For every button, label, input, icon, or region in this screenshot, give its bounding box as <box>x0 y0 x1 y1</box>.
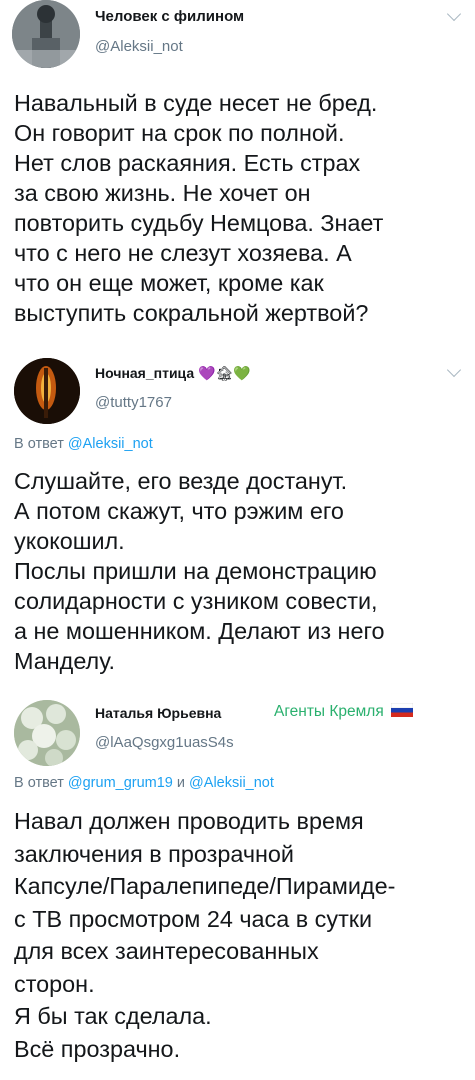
text-line: Навальный в суде несет не бред. <box>14 90 378 116</box>
reply-to-link[interactable]: @Aleksii_not <box>68 436 153 452</box>
reply-context: В ответ @grum_grum19 и @Aleksii_not <box>14 775 274 791</box>
reply-and: и <box>176 775 186 791</box>
text-line: Манделу. <box>14 648 116 674</box>
display-name-text: Ночная_птица <box>95 365 195 381</box>
tweet-1: Человек с филином @Aleksii_not Навальный… <box>0 0 475 355</box>
text-line: выступить сокральной жертвой? <box>14 300 369 326</box>
text-line: Капсуле/Паралепипеде/Пирамиде- <box>14 873 396 899</box>
avatar[interactable] <box>14 358 80 424</box>
display-name[interactable]: Ночная_птица 💜🏚💚 <box>95 365 251 382</box>
text-line: сторон. <box>14 970 95 997</box>
russian-flag-icon <box>390 702 414 717</box>
text-line: солидарности с узником совести, <box>14 588 378 614</box>
handle[interactable]: @Aleksii_not <box>95 38 183 55</box>
text-line: укокошил. <box>14 528 125 554</box>
tweet-3: Наталья Юрьевна Агенты Кремля @lAaQsgxg1… <box>0 697 475 1080</box>
text-line: Послы пришли на демонстрацию <box>14 558 377 584</box>
avatar[interactable] <box>14 700 80 766</box>
chevron-down-icon[interactable] <box>446 362 462 378</box>
kremlin-agents-label: Агенты Кремля <box>274 702 414 721</box>
text-line: Навал должен проводить время <box>14 808 364 834</box>
text-line: Он говорит на срок по полной. <box>14 120 345 146</box>
text-line: а не мошенником. Делают из него <box>14 618 385 644</box>
tweet-text: Слушайте, его везде достанут. А потом ск… <box>14 466 385 676</box>
text-line: Я бы так сделала. <box>14 1003 212 1029</box>
text-line: что он еще может, кроме как <box>14 270 324 296</box>
display-name[interactable]: Наталья Юрьевна <box>95 705 221 721</box>
avatar-fire-icon <box>14 358 80 424</box>
avatar[interactable] <box>12 0 80 68</box>
reply-to-link[interactable]: @Aleksii_not <box>189 775 274 791</box>
reply-prefix: В ответ <box>14 436 64 452</box>
reply-context: В ответ @Aleksii_not <box>14 436 153 452</box>
tweet-text: Навал должен проводить время заключения … <box>14 805 395 1065</box>
text-line: заключения в прозрачной <box>14 840 295 867</box>
chevron-down-icon[interactable] <box>446 6 462 22</box>
text-line: Всё прозрачно. <box>14 1035 181 1062</box>
reply-to-link[interactable]: @grum_grum19 <box>68 775 173 791</box>
text-line: Нет слов раскаяния. Есть страх <box>14 150 361 176</box>
handle[interactable]: @tutty1767 <box>95 394 172 411</box>
text-line: для всех заинтересованных <box>14 938 319 964</box>
kremlin-label-text: Агенты Кремля <box>274 703 384 720</box>
text-line: за свою жизнь. Не хочет он <box>14 180 311 206</box>
text-line: с ТВ просмотром 24 часа в сутки <box>14 905 373 932</box>
tweet-2: Ночная_птица 💜🏚💚 @tutty1767 В ответ @Ale… <box>0 355 475 700</box>
avatar-figure-icon <box>12 0 80 68</box>
text-line: что с него не слезут хозяева. А <box>14 240 352 266</box>
text-line: Слушайте, его везде достанут. <box>14 468 348 494</box>
text-line: повторить судьбу Немцова. Знает <box>14 210 384 236</box>
reply-prefix: В ответ <box>14 775 64 791</box>
text-line: А потом скажут, что рэжим его <box>14 498 344 524</box>
avatar-flowers-icon <box>14 700 80 766</box>
name-emoji: 💜🏚💚 <box>198 365 251 381</box>
handle[interactable]: @lAaQsgxg1uasS4s <box>95 734 234 751</box>
display-name[interactable]: Человек с филином <box>95 8 244 25</box>
tweet-text: Навальный в суде несет не бред. Он говор… <box>14 88 383 328</box>
